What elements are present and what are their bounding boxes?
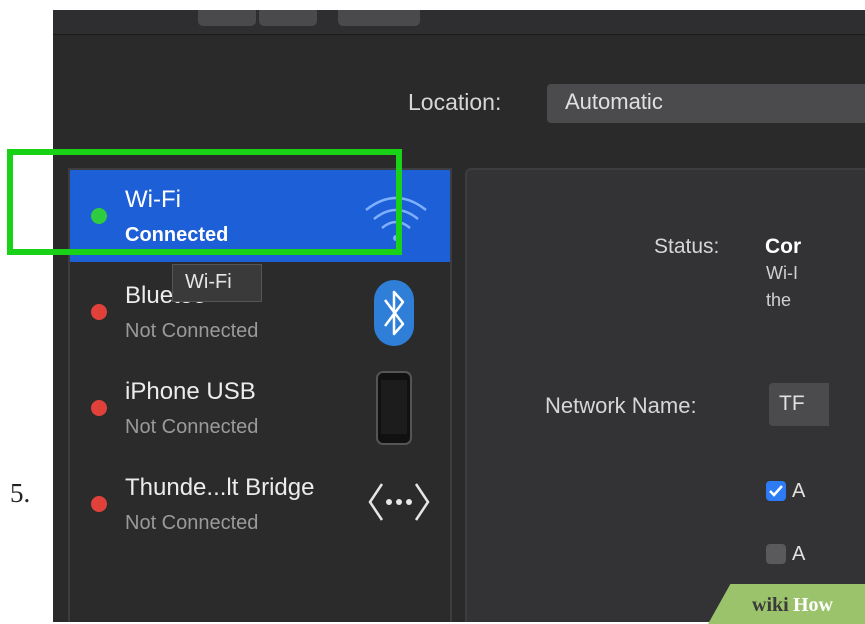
checkbox-checked[interactable] [766,481,786,501]
iphone-icon [376,371,412,445]
forward-button[interactable] [259,10,317,26]
checkmark-icon [769,485,783,497]
highlight-box [7,149,402,255]
location-label: Location: [408,89,502,115]
location-value: Automatic [565,89,663,114]
title-bar [53,10,865,35]
status-dot-red [91,496,107,512]
bluetooth-icon [374,280,414,346]
network-name-select[interactable]: TF [769,383,829,426]
service-item-thunderbolt-bridge[interactable]: Thunde...lt Bridge Not Connected [70,458,450,550]
service-item-iphone-usb[interactable]: iPhone USB Not Connected [70,362,450,454]
status-description-line1: Wi-I [766,263,798,283]
status-dot-red [91,304,107,320]
service-status: Not Connected [125,512,259,534]
tooltip-text: Wi-Fi [185,271,232,293]
show-all-button[interactable] [338,10,420,26]
back-button[interactable] [198,10,256,26]
watermark-text-wiki: wiki [752,594,789,616]
checkbox-unchecked[interactable] [766,544,786,564]
tooltip: Wi-Fi [172,264,262,302]
service-name: Thunde...lt Bridge [125,474,315,501]
network-preferences-window: Location: Automatic Wi-Fi Connected Blue… [53,10,865,622]
checkbox-label: A [792,480,806,502]
status-label: Status: [654,235,720,258]
status-description-line2: the [766,290,792,310]
network-name-label: Network Name: [545,393,697,418]
status-dot-red [91,400,107,416]
location-select[interactable]: Automatic [547,84,865,123]
step-number: 5. [10,478,31,508]
service-status: Not Connected [125,416,259,438]
service-status: Not Connected [125,320,259,342]
service-name: iPhone USB [125,378,256,405]
wikihow-watermark: wiki How [708,584,865,624]
checkbox-label: A [792,543,806,565]
watermark-text-how: How [793,594,833,616]
status-value: Cor [765,235,802,258]
network-name-value: TF [779,392,805,415]
thunderbolt-bridge-icon [368,483,430,521]
